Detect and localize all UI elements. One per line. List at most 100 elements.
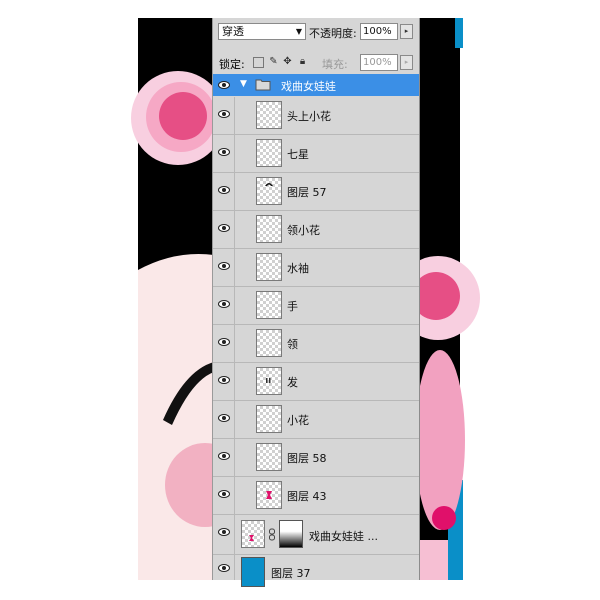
layer-thumbnail xyxy=(256,329,282,357)
layer-thumbnail xyxy=(256,291,282,319)
visibility-toggle[interactable] xyxy=(213,555,235,580)
visibility-toggle[interactable] xyxy=(213,173,235,210)
visibility-toggle[interactable] xyxy=(213,135,235,172)
layer-row[interactable]: 七星 xyxy=(213,135,419,173)
layer-thumbnail xyxy=(256,367,282,395)
visibility-toggle[interactable] xyxy=(213,515,235,554)
eye-icon xyxy=(218,376,230,384)
hair-thumbnail-icon xyxy=(265,183,273,186)
visibility-toggle[interactable] xyxy=(213,249,235,286)
layer-name: 图层 58 xyxy=(287,452,327,465)
layer-name: 发 xyxy=(287,376,298,389)
canvas-face-left xyxy=(138,254,214,580)
layer-thumbnail xyxy=(241,520,265,548)
layer-row[interactable]: 领小花 xyxy=(213,211,419,249)
visibility-toggle[interactable] xyxy=(213,439,235,476)
layer-thumbnail xyxy=(241,557,265,587)
eye-icon xyxy=(218,564,230,572)
layer-row[interactable]: 小花 xyxy=(213,401,419,439)
layer-thumbnail xyxy=(256,215,282,243)
lock-all-icon[interactable]: 🔒︎ xyxy=(297,56,308,67)
layer-name: 图层 57 xyxy=(287,186,327,199)
opacity-value: 100% xyxy=(363,26,392,37)
visibility-toggle[interactable] xyxy=(213,325,235,362)
eye-icon xyxy=(218,148,230,156)
opacity-input[interactable]: 100% xyxy=(360,23,398,40)
layers-toolbar: 穿透 ▼ 不透明度: 100% ▸ xyxy=(213,18,419,42)
visibility-toggle[interactable] xyxy=(213,287,235,324)
canvas-flower-big-right xyxy=(415,350,465,530)
link-chain-icon[interactable] xyxy=(268,528,276,541)
eye-icon xyxy=(218,528,230,536)
eye-icon xyxy=(218,262,230,270)
layer-name: 七星 xyxy=(287,148,309,161)
eye-icon xyxy=(218,110,230,118)
layer-name: 领 xyxy=(287,338,298,351)
layer-group-name: 戏曲女娃娃 xyxy=(281,80,336,93)
layer-group-row[interactable]: ▼ 戏曲女娃娃 xyxy=(213,74,419,96)
lock-transparent-icon[interactable] xyxy=(253,57,264,68)
layer-row[interactable]: 水袖 xyxy=(213,249,419,287)
layer-name: 头上小花 xyxy=(287,110,331,123)
lock-position-icon[interactable]: ✥ xyxy=(282,56,293,67)
masked-layer-row[interactable]: 戏曲女娃娃 ... xyxy=(213,515,419,555)
opacity-label: 不透明度: xyxy=(309,27,357,40)
layer-row[interactable]: 头上小花 xyxy=(213,97,419,135)
layer-row[interactable]: 手 xyxy=(213,287,419,325)
layer-name: 图层 37 xyxy=(271,567,311,580)
layer-mask-thumbnail[interactable] xyxy=(279,520,303,548)
layer-name: 小花 xyxy=(287,414,309,427)
layer-thumbnail xyxy=(256,101,282,129)
layers-panel: 穿透 ▼ 不透明度: 100% ▸ 锁定: ✎ ✥ 🔒︎ 填充: 100% ▸ … xyxy=(212,18,420,587)
lock-row: 锁定: ✎ ✥ 🔒︎ 填充: 100% ▸ xyxy=(213,50,419,74)
fill-slider-button[interactable]: ▸ xyxy=(400,55,413,70)
fill-input[interactable]: 100% xyxy=(360,54,398,71)
eye-icon xyxy=(218,452,230,460)
eye-icon xyxy=(218,186,230,194)
eye-icon xyxy=(218,300,230,308)
layer-thumbnail xyxy=(256,405,282,433)
blend-mode-value: 穿透 xyxy=(222,25,244,38)
canvas-flower-inner xyxy=(159,92,207,140)
canvas-flower-dot xyxy=(432,506,456,530)
layer-row[interactable]: 图层 43 xyxy=(213,477,419,515)
eye-icon xyxy=(218,224,230,232)
visibility-toggle[interactable] xyxy=(213,363,235,400)
eye-icon xyxy=(218,338,230,346)
lock-label: 锁定: xyxy=(219,58,245,71)
layer-name: 领小花 xyxy=(287,224,320,237)
layer-row[interactable]: 图层 37 xyxy=(213,555,419,587)
layer-thumbnail xyxy=(256,177,282,205)
canvas-blue-strip xyxy=(455,18,463,48)
layer-name: 图层 43 xyxy=(287,490,327,503)
eye-icon xyxy=(218,81,230,89)
fill-label: 填充: xyxy=(322,58,348,71)
doll-thumbnail-icon xyxy=(266,491,272,499)
visibility-toggle[interactable] xyxy=(213,211,235,248)
layer-name: 戏曲女娃娃 ... xyxy=(309,530,378,543)
layer-thumbnail xyxy=(256,139,282,167)
layer-thumbnail xyxy=(256,443,282,471)
layer-row[interactable]: 领 xyxy=(213,325,419,363)
hair-strands-thumbnail-icon xyxy=(266,378,271,383)
layer-row[interactable]: 图层 57 xyxy=(213,173,419,211)
lock-image-icon[interactable]: ✎ xyxy=(268,56,279,67)
layer-name: 水袖 xyxy=(287,262,309,275)
expand-triangle-icon[interactable]: ▼ xyxy=(240,79,247,89)
layer-row[interactable]: 图层 58 xyxy=(213,439,419,477)
blend-mode-select[interactable]: 穿透 ▼ xyxy=(218,23,306,40)
fill-value: 100% xyxy=(363,57,392,68)
eye-icon xyxy=(218,414,230,422)
folder-icon xyxy=(255,79,271,91)
canvas-face-right xyxy=(418,540,448,580)
visibility-toggle[interactable] xyxy=(213,477,235,514)
opacity-slider-button[interactable]: ▸ xyxy=(400,24,413,39)
visibility-toggle[interactable] xyxy=(213,97,235,134)
layer-thumbnail xyxy=(256,481,282,509)
layer-thumbnail xyxy=(256,253,282,281)
visibility-toggle[interactable] xyxy=(213,401,235,438)
eye-icon xyxy=(218,490,230,498)
layer-row[interactable]: 发 xyxy=(213,363,419,401)
visibility-toggle[interactable] xyxy=(213,74,235,96)
doll-thumbnail-icon xyxy=(249,535,254,541)
